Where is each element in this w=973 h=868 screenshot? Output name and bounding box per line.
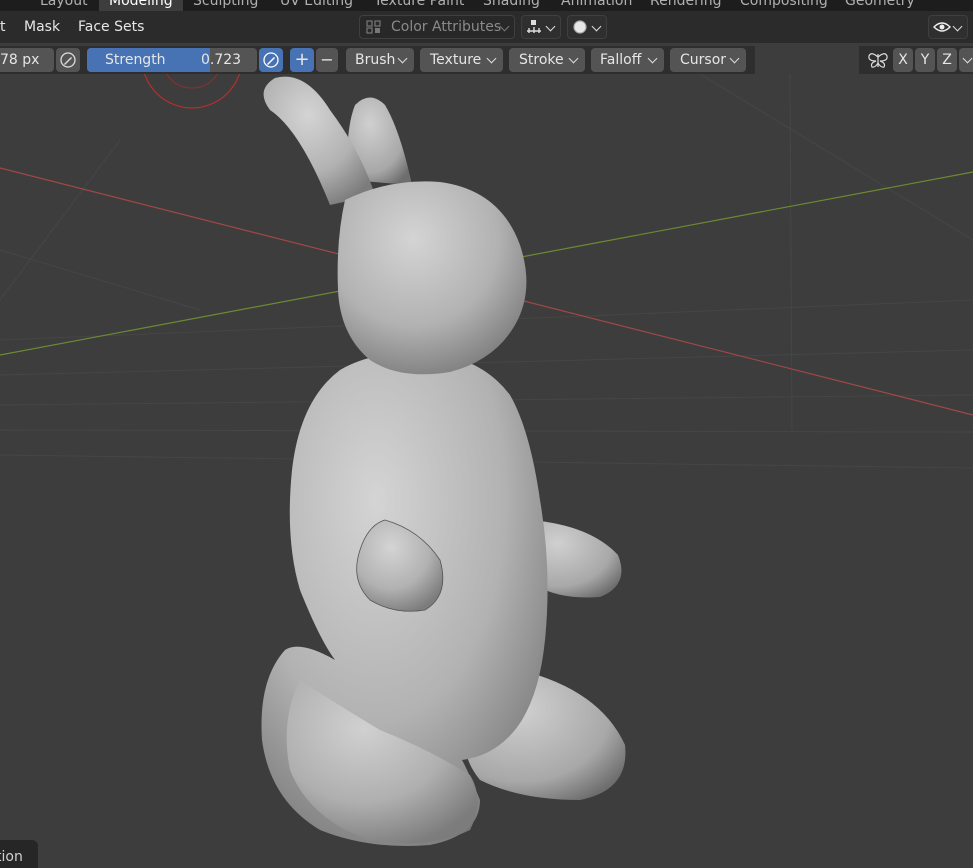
brush-label: Brush <box>355 52 396 68</box>
tab-compositing[interactable]: Compositing <box>730 0 838 11</box>
radius-field[interactable]: 78 px <box>0 48 54 72</box>
stroke-label: Stroke <box>519 52 564 68</box>
visibility-dropdown[interactable] <box>928 15 968 39</box>
viewport-scene <box>0 74 973 846</box>
face-sets-menu[interactable]: Face Sets <box>78 11 144 43</box>
tab-texture-paint[interactable]: Texture Paint <box>364 0 474 11</box>
mask-menu[interactable]: Mask <box>24 11 60 43</box>
tab-sculpting[interactable]: Sculpting <box>183 0 268 11</box>
workspace-tab-bar: Layout Modeling Sculpting UV Editing Tex… <box>0 0 973 11</box>
mirror-y-button[interactable]: Y <box>915 48 935 72</box>
strength-label: Strength <box>105 52 166 68</box>
tab-shading[interactable]: Shading <box>473 0 550 11</box>
brush-radius-circle <box>143 74 241 109</box>
chevron-down-icon <box>486 53 497 64</box>
shading-dropdown[interactable] <box>567 15 607 39</box>
direction-add-button[interactable]: + <box>290 48 314 72</box>
falloff-label: Falloff <box>600 52 642 68</box>
strength-pressure-button[interactable] <box>259 48 283 72</box>
sample-icon <box>527 20 541 33</box>
color-attributes-label: Color Attributes <box>391 19 502 35</box>
chevron-down-icon <box>397 53 408 64</box>
chevron-down-icon <box>545 21 556 32</box>
chevron-down-icon <box>729 53 740 64</box>
cursor-menu[interactable]: Cursor <box>670 48 746 72</box>
brush-inner-circle <box>166 74 218 89</box>
chevron-down-icon <box>568 53 579 64</box>
tab-rendering[interactable]: Rendering <box>640 0 732 11</box>
tab-animation[interactable]: Animation <box>551 0 642 11</box>
strength-value: 0.723 <box>201 52 242 68</box>
3d-viewport[interactable] <box>0 74 973 868</box>
strength-slider[interactable]: Strength 0.723 <box>87 48 257 72</box>
pressure-pen-icon <box>60 52 76 68</box>
symmetry-controls: X Y Z <box>859 46 973 74</box>
chevron-down-icon <box>591 21 602 32</box>
symmetry-butterfly-icon[interactable] <box>867 51 889 69</box>
status-partial-label: tion <box>0 849 23 865</box>
tool-settings-bar: 78 px Strength 0.723 + − Brush Texture S… <box>0 46 755 74</box>
color-attributes-icon <box>366 20 381 34</box>
tab-geometry-nodes[interactable]: Geometry Nodes <box>835 0 973 11</box>
cursor-label: Cursor <box>680 52 727 68</box>
pressure-pen-icon <box>263 52 279 68</box>
mirror-x-button[interactable]: X <box>893 48 913 72</box>
bunny-mesh[interactable] <box>261 76 626 846</box>
mirror-z-button[interactable]: Z <box>937 48 957 72</box>
tab-modeling[interactable]: Modeling <box>99 0 183 11</box>
menu-partial[interactable]: t <box>0 11 6 43</box>
tab-layout[interactable]: Layout <box>30 0 98 11</box>
direction-subtract-button[interactable]: − <box>316 48 338 72</box>
radius-pressure-button[interactable] <box>56 48 80 72</box>
tab-uv-editing[interactable]: UV Editing <box>270 0 363 11</box>
falloff-menu[interactable]: Falloff <box>591 48 664 72</box>
stroke-menu[interactable]: Stroke <box>509 48 585 72</box>
symmetry-options-dropdown[interactable] <box>959 48 973 72</box>
shading-sphere-icon <box>573 20 587 34</box>
brush-menu[interactable]: Brush <box>346 48 414 72</box>
status-bar-tab[interactable]: tion <box>0 840 38 868</box>
sample-dropdown[interactable] <box>521 15 561 39</box>
viewport-header: t Mask Face Sets Color Attributes <box>0 11 973 43</box>
chevron-down-icon <box>962 53 973 64</box>
chevron-down-icon <box>647 53 658 64</box>
visibility-eye-icon <box>933 22 951 32</box>
radius-value: 78 px <box>0 52 40 68</box>
chevron-down-icon <box>952 21 963 32</box>
color-attributes-dropdown[interactable]: Color Attributes <box>359 15 515 39</box>
texture-menu[interactable]: Texture <box>420 48 503 72</box>
texture-label: Texture <box>430 52 482 68</box>
